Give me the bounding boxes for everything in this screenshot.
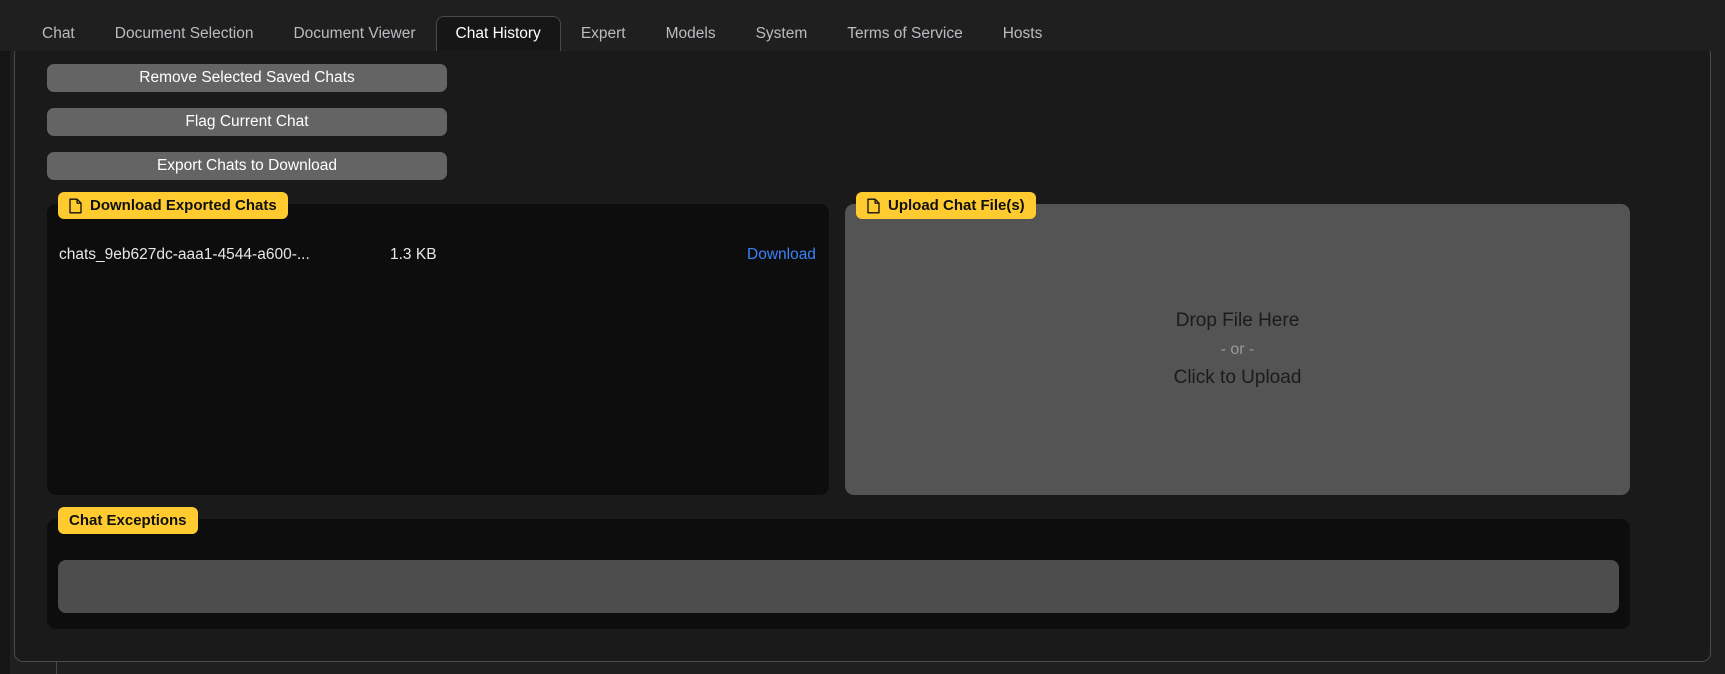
tab-document-viewer[interactable]: Document Viewer: [273, 16, 435, 52]
tab-chat[interactable]: Chat: [22, 16, 95, 52]
app-window: Chat Document Selection Document Viewer …: [0, 0, 1725, 674]
file-name: chats_9eb627dc-aaa1-4544-a600-...: [59, 246, 310, 264]
export-chats-to-download-button[interactable]: Export Chats to Download: [47, 152, 447, 180]
panel-content: Remove Selected Saved Chats Flag Current…: [32, 56, 1693, 651]
badge-label: Chat Exceptions: [69, 512, 187, 529]
tab-terms-of-service[interactable]: Terms of Service: [827, 16, 982, 52]
tab-label: Chat: [42, 25, 75, 42]
remove-selected-saved-chats-button[interactable]: Remove Selected Saved Chats: [47, 64, 447, 92]
chat-history-panel: Remove Selected Saved Chats Flag Current…: [14, 45, 1711, 662]
tab-label: Document Selection: [115, 25, 254, 42]
tab-system[interactable]: System: [736, 16, 828, 52]
tab-label: Hosts: [1003, 25, 1043, 42]
tab-bar: Chat Document Selection Document Viewer …: [0, 0, 1725, 51]
download-link[interactable]: Download: [747, 246, 816, 264]
left-edge-shadow: [0, 0, 10, 674]
tab-chat-history[interactable]: Chat History: [436, 16, 561, 52]
action-button-stack: Remove Selected Saved Chats Flag Current…: [47, 64, 447, 196]
file-size: 1.3 KB: [390, 246, 437, 264]
flag-current-chat-button[interactable]: Flag Current Chat: [47, 108, 447, 136]
tab-label: Document Viewer: [293, 25, 415, 42]
exported-file-row[interactable]: chats_9eb627dc-aaa1-4544-a600-... 1.3 KB…: [47, 240, 829, 270]
download-exported-chats-card: Download Exported Chats chats_9eb627dc-a…: [47, 204, 829, 495]
chat-exceptions-badge: Chat Exceptions: [58, 507, 198, 534]
dropzone-primary-text: Drop File Here: [1176, 307, 1300, 336]
chat-exceptions-card: Chat Exceptions: [47, 519, 1630, 629]
badge-label: Download Exported Chats: [90, 197, 277, 214]
click-to-upload-label[interactable]: Click to Upload: [1174, 364, 1302, 393]
file-dropzone[interactable]: Drop File Here - or - Click to Upload: [845, 204, 1630, 495]
tab-models[interactable]: Models: [646, 16, 736, 52]
file-icon: [69, 198, 82, 214]
tab-label: Terms of Service: [847, 25, 962, 42]
tab-label: System: [756, 25, 808, 42]
upload-chat-files-card[interactable]: Upload Chat File(s) Drop File Here - or …: [845, 204, 1630, 495]
tab-document-selection[interactable]: Document Selection: [95, 16, 274, 52]
tab-label: Chat History: [456, 25, 541, 42]
tab-hosts[interactable]: Hosts: [983, 16, 1063, 52]
tab-label: Expert: [581, 25, 626, 42]
dropzone-separator-text: - or -: [1221, 338, 1255, 362]
chat-exceptions-textarea[interactable]: [58, 560, 1619, 613]
download-exported-chats-badge: Download Exported Chats: [58, 192, 288, 219]
tab-expert[interactable]: Expert: [561, 16, 646, 52]
tab-label: Models: [666, 25, 716, 42]
